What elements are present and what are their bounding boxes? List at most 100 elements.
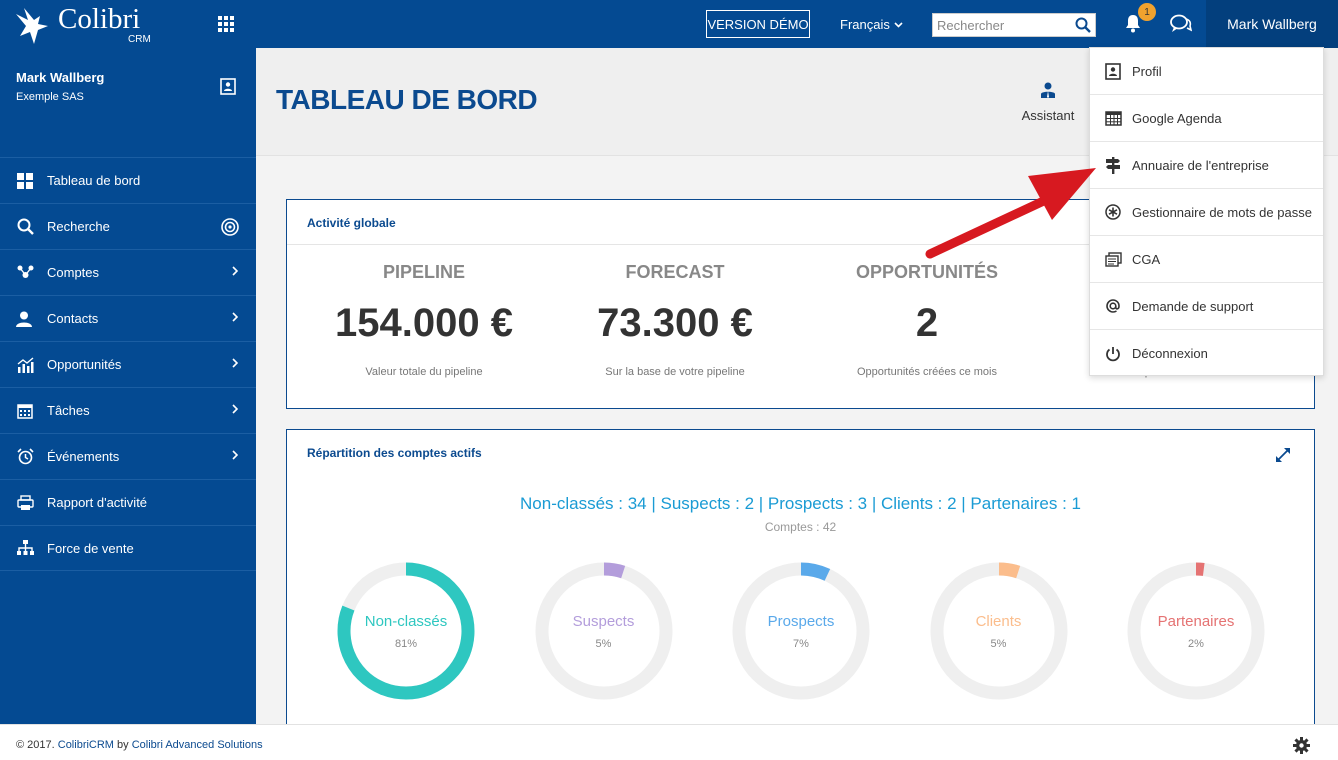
donut-svg — [535, 562, 672, 700]
sidebar-item-label: Recherche — [47, 219, 110, 234]
search-input[interactable] — [933, 14, 1069, 36]
printer-icon — [16, 494, 34, 510]
menu-item-label: Demande de support — [1132, 298, 1254, 314]
language-label: Français — [840, 17, 890, 32]
sidebar-item-contacts[interactable]: Contacts — [0, 295, 256, 341]
sidebar-user: Mark Wallberg Exemple SAS — [16, 70, 104, 103]
donut-percent: 81% — [394, 638, 418, 650]
donut-label: Clients — [975, 613, 1022, 630]
notification-badge: 1 — [1138, 3, 1156, 21]
sidebar-item-accounts[interactable]: Comptes — [0, 249, 256, 295]
kpi-label: PIPELINE — [382, 262, 466, 282]
sidebar-item-activity-report[interactable]: Rapport d'activité — [0, 479, 256, 525]
logo-sub: CRM — [128, 34, 151, 45]
logo[interactable]: Colibri CRM — [14, 4, 164, 45]
footer-text: © 2017. ColibriCRM by Colibri Advanced S… — [16, 739, 263, 751]
chart-icon — [17, 356, 33, 373]
kpi-opportunities: OPPORTUNITÉS 2 Opportunités créées ce mo… — [801, 262, 1053, 378]
donut-svg — [337, 562, 475, 700]
assistant-label: Assistant — [1021, 108, 1075, 123]
hierarchy-icon — [16, 540, 34, 555]
sidebar-item-label: Tableau de bord — [47, 173, 141, 188]
donut-track — [930, 562, 1067, 700]
donut-1: Suspects 5% — [529, 556, 679, 706]
kpi-value: 73.300 € — [597, 301, 753, 345]
sidebar: Mark Wallberg Exemple SAS Tableau de bor… — [0, 48, 256, 724]
donut-2: Prospects 7% — [726, 556, 876, 706]
donut-0: Non-classés 81% — [331, 556, 481, 706]
chevron-right-icon — [232, 266, 238, 276]
accounts-icon — [17, 265, 33, 278]
active-accounts-card: Répartition des comptes actifs Non-class… — [286, 429, 1315, 729]
kpi-subtitle: Sur la base de votre pipeline — [605, 366, 745, 378]
sidebar-menu: Tableau de bord Recherche Comptes Contac… — [0, 157, 256, 571]
sidebar-company: Exemple SAS — [16, 91, 84, 103]
card-title: Activité globale — [307, 216, 396, 230]
chevron-right-icon — [232, 404, 238, 414]
target-icon[interactable] — [221, 218, 239, 236]
donut-track — [732, 562, 870, 700]
menu-item-company-directory[interactable]: Annuaire de l'entreprise — [1090, 142, 1323, 189]
calendar-icon — [17, 403, 33, 419]
calendar-icon — [1104, 111, 1122, 126]
sidebar-item-sales-force[interactable]: Force de vente — [0, 525, 256, 571]
menu-item-label: Profil — [1132, 63, 1162, 79]
language-selector[interactable]: Français — [840, 17, 903, 32]
demo-version-button[interactable]: VERSION DÉMO — [706, 10, 810, 38]
signpost-icon — [1106, 156, 1120, 174]
donut-label: Non-classés — [364, 613, 448, 630]
user-dropdown-menu: Profil Google Agenda Annuaire de l'entre… — [1089, 47, 1324, 376]
alarm-icon — [16, 448, 34, 465]
sidebar-item-search[interactable]: Recherche — [0, 203, 256, 249]
donut-3: Clients 5% — [924, 556, 1074, 706]
footer-prefix: © 2017. — [16, 739, 58, 751]
at-icon — [1106, 299, 1120, 313]
sidebar-item-label: Rapport d'activité — [47, 495, 148, 510]
chevron-down-icon — [894, 21, 903, 28]
menu-item-google-agenda[interactable]: Google Agenda — [1090, 95, 1323, 142]
contact-card-icon[interactable] — [220, 78, 236, 95]
power-icon — [1106, 346, 1120, 361]
chevron-right-icon — [232, 450, 238, 460]
page-title: TABLEAU DE BORD — [276, 84, 538, 115]
colibri-bird-icon — [16, 8, 48, 44]
donut-4: Partenaires 2% — [1121, 556, 1271, 706]
assistant-icon — [1041, 82, 1055, 98]
expand-icon[interactable] — [1276, 448, 1290, 462]
chat-icon[interactable] — [1170, 14, 1192, 33]
kpi-value: 154.000 € — [335, 301, 513, 345]
chevron-right-icon — [232, 312, 238, 322]
footer-product-link[interactable]: ColibriCRM — [58, 739, 114, 751]
card-title: Répartition des comptes actifs — [307, 446, 482, 460]
menu-item-support-request[interactable]: Demande de support — [1090, 283, 1323, 330]
sidebar-item-label: Force de vente — [47, 540, 134, 556]
sidebar-item-label: Contacts — [47, 311, 99, 326]
gear-icon[interactable] — [1293, 737, 1310, 754]
asterisk-icon — [1105, 204, 1121, 220]
user-menu-button[interactable]: Mark Wallberg — [1206, 0, 1338, 48]
red-arrow-annotation — [925, 168, 1096, 259]
donut-svg — [732, 562, 870, 700]
sidebar-item-opportunities[interactable]: Opportunités — [0, 341, 256, 387]
menu-item-profile[interactable]: Profil — [1090, 48, 1323, 95]
kpi-forecast: FORECAST 73.300 € Sur la base de votre p… — [549, 262, 801, 378]
donut-label: Prospects — [767, 613, 835, 630]
donut-svg — [930, 562, 1067, 700]
sidebar-item-label: Événements — [47, 449, 120, 464]
menu-item-logout[interactable]: Déconnexion — [1090, 330, 1323, 377]
sidebar-item-tasks[interactable]: Tâches — [0, 387, 256, 433]
sidebar-item-dashboard[interactable]: Tableau de bord — [0, 157, 256, 203]
menu-item-password-manager[interactable]: Gestionnaire de mots de passe — [1090, 189, 1323, 236]
footer-company-link[interactable]: Colibri Advanced Solutions — [132, 739, 263, 751]
menu-item-cga[interactable]: CGA — [1090, 236, 1323, 283]
chevron-right-icon — [232, 358, 238, 368]
apps-grid-icon[interactable] — [218, 16, 234, 32]
assistant-button[interactable]: Assistant — [1018, 82, 1078, 123]
sidebar-item-label: Opportunités — [47, 357, 122, 372]
profile-card-icon — [1105, 62, 1121, 80]
donut-percent: 2% — [1188, 638, 1204, 650]
sidebar-item-events[interactable]: Événements — [0, 433, 256, 479]
sidebar-item-label: Comptes — [47, 265, 100, 280]
search-icon[interactable] — [1075, 17, 1091, 33]
search-icon — [17, 218, 34, 235]
